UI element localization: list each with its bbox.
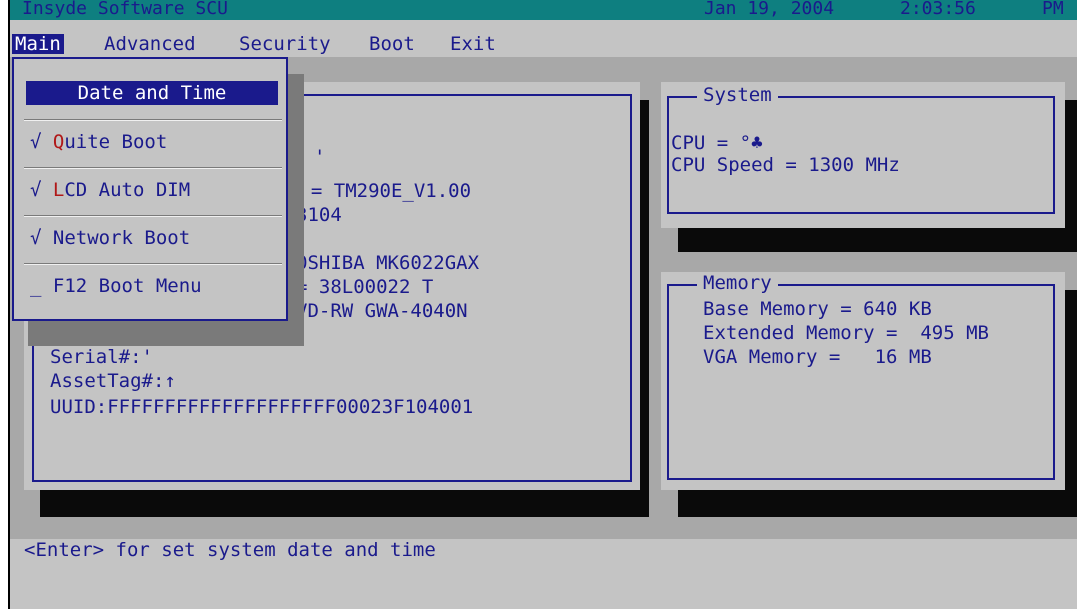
check-icon: √	[30, 131, 42, 153]
menu-exit[interactable]: Exit	[450, 34, 496, 54]
memory-panel: Memory Base Memory = 640 KB Extended Mem…	[661, 272, 1065, 490]
menu-advanced[interactable]: Advanced	[104, 34, 196, 54]
screen-left-edge	[0, 0, 10, 609]
menu-main[interactable]: Main	[12, 34, 64, 54]
memory-title: Memory	[697, 272, 778, 294]
menu-bar: Main Advanced Security Boot Exit	[10, 20, 1077, 57]
dropdown-item-lcd-auto-dim[interactable]: √ LCD Auto DIM	[30, 179, 282, 201]
hdd-model-value: OSHIBA MK6022GAX	[296, 252, 480, 274]
system-title: System	[697, 84, 778, 106]
base-memory: Base Memory = 640 KB	[703, 298, 932, 320]
ampm-display: PM	[1042, 0, 1064, 19]
main-dropdown-menu: Date and Time √ Quite Boot √ LCD Auto DI…	[12, 57, 288, 321]
dropdown-item-label: F12 Boot Menu	[52, 275, 202, 297]
dropdown-item-f12-boot-menu[interactable]: _ F12 Boot Menu	[30, 275, 282, 297]
extended-memory: Extended Memory = 495 MB	[703, 322, 989, 344]
help-text: <Enter> for set system date and time	[24, 539, 436, 561]
bios-version-value: n = TM290E_V1.00	[288, 180, 472, 202]
status-bar: <Enter> for set system date and time	[10, 539, 1077, 609]
dropdown-item-label: CD Auto DIM	[64, 179, 191, 201]
time-display: 2:03:56	[900, 0, 976, 19]
unchecked-icon: _	[30, 275, 42, 297]
app-title: Insyde Software SCU	[22, 0, 228, 19]
hdd-serial-value: = 38L00022 T	[296, 276, 434, 298]
dropdown-separator	[24, 119, 282, 121]
date-display: Jan 19, 2004	[704, 0, 835, 19]
system-panel: System CPU = °♣ CPU Speed = 1300 MHz	[661, 82, 1065, 228]
dropdown-item-quite-boot[interactable]: √ Quite Boot	[30, 131, 282, 153]
asset-tag: AssetTag#:↑	[50, 370, 176, 392]
cpu-speed: CPU Speed = 1300 MHz	[671, 154, 900, 176]
check-icon: √	[30, 179, 42, 201]
optical-drive-value: VD-RW GWA-4040N	[296, 300, 468, 322]
serial-number: Serial#:'	[50, 346, 153, 368]
dropdown-separator	[24, 215, 282, 217]
dropdown-item-label: uite Boot	[64, 131, 168, 153]
cpu-type: CPU = °♣	[671, 132, 763, 154]
dropdown-item-network-boot[interactable]: √ Network Boot	[30, 227, 282, 249]
vga-memory: VGA Memory = 16 MB	[703, 346, 932, 368]
hotkey-letter: Q	[52, 131, 65, 153]
dropdown-item-date-and-time[interactable]: Date and Time	[26, 81, 278, 105]
dropdown-separator	[24, 167, 282, 169]
dropdown-separator	[24, 263, 282, 265]
info-dot: '	[314, 146, 326, 168]
hotkey-letter: L	[52, 179, 65, 201]
check-icon: √	[30, 227, 42, 249]
menu-boot[interactable]: Boot	[369, 34, 415, 54]
title-bar: Insyde Software SCU Jan 19, 2004 2:03:56…	[10, 0, 1077, 20]
menu-security[interactable]: Security	[239, 34, 331, 54]
uuid: UUID:FFFFFFFFFFFFFFFFFFFF00023F104001	[50, 396, 474, 418]
dropdown-item-label: Network Boot	[52, 227, 191, 249]
